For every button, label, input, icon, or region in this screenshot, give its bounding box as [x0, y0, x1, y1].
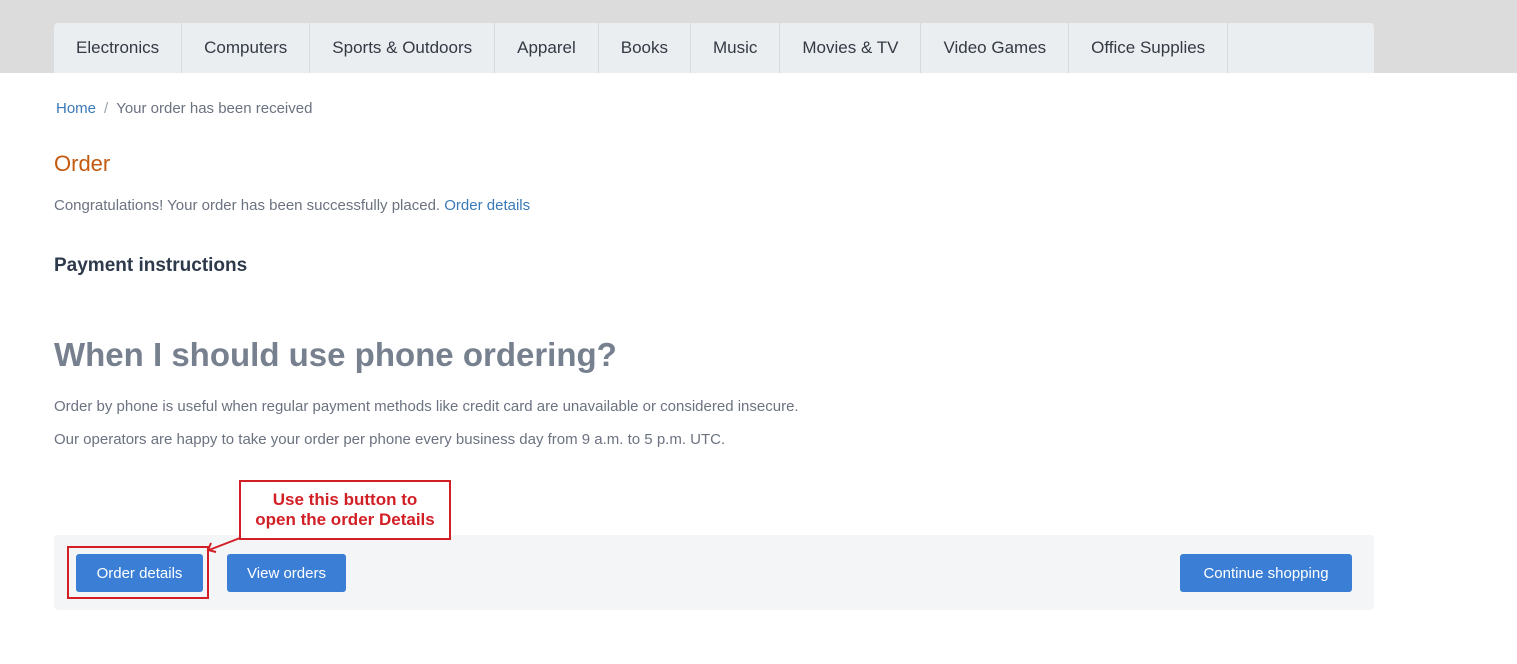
breadcrumb: Home / Your order has been received: [56, 100, 312, 117]
page-title: Order: [54, 151, 111, 176]
nav-item-sports-outdoors[interactable]: Sports & Outdoors: [310, 23, 496, 73]
annotation-callout: Use this button to open the order Detail…: [239, 480, 451, 540]
nav-item-music[interactable]: Music: [691, 23, 781, 73]
order-details-link[interactable]: Order details: [444, 197, 530, 214]
payment-instructions-heading: Payment instructions: [54, 255, 248, 276]
category-nav: Electronics Computers Sports & Outdoors …: [54, 23, 1374, 73]
nav-item-computers[interactable]: Computers: [182, 23, 311, 73]
breadcrumb-home-link[interactable]: Home: [56, 100, 96, 117]
order-actions-bar: Order details View orders Continue shopp…: [54, 535, 1374, 610]
arrow-left-down-icon: [206, 537, 241, 553]
nav-item-movies-tv[interactable]: Movies & TV: [780, 23, 922, 73]
order-details-button[interactable]: Order details: [76, 554, 203, 592]
breadcrumb-separator: /: [104, 100, 109, 117]
phone-ordering-heading: When I should use phone ordering?: [54, 336, 617, 373]
phone-ordering-paragraph-1: Order by phone is useful when regular pa…: [54, 398, 799, 415]
nav-item-office-supplies[interactable]: Office Supplies: [1069, 23, 1229, 73]
nav-item-video-games[interactable]: Video Games: [921, 23, 1070, 73]
congrats-message: Congratulations! Your order has been suc…: [54, 197, 530, 214]
annotation-line-1: Use this button to: [272, 490, 418, 509]
annotation-line-2: open the order Details: [255, 510, 435, 529]
continue-shopping-button[interactable]: Continue shopping: [1180, 554, 1352, 592]
nav-item-electronics[interactable]: Electronics: [54, 23, 183, 73]
view-orders-button[interactable]: View orders: [227, 554, 346, 592]
phone-ordering-paragraph-2: Our operators are happy to take your ord…: [54, 431, 726, 448]
congrats-text: Congratulations! Your order has been suc…: [54, 197, 441, 214]
nav-item-books[interactable]: Books: [599, 23, 691, 73]
nav-item-apparel[interactable]: Apparel: [495, 23, 599, 73]
breadcrumb-current: Your order has been received: [116, 100, 313, 117]
